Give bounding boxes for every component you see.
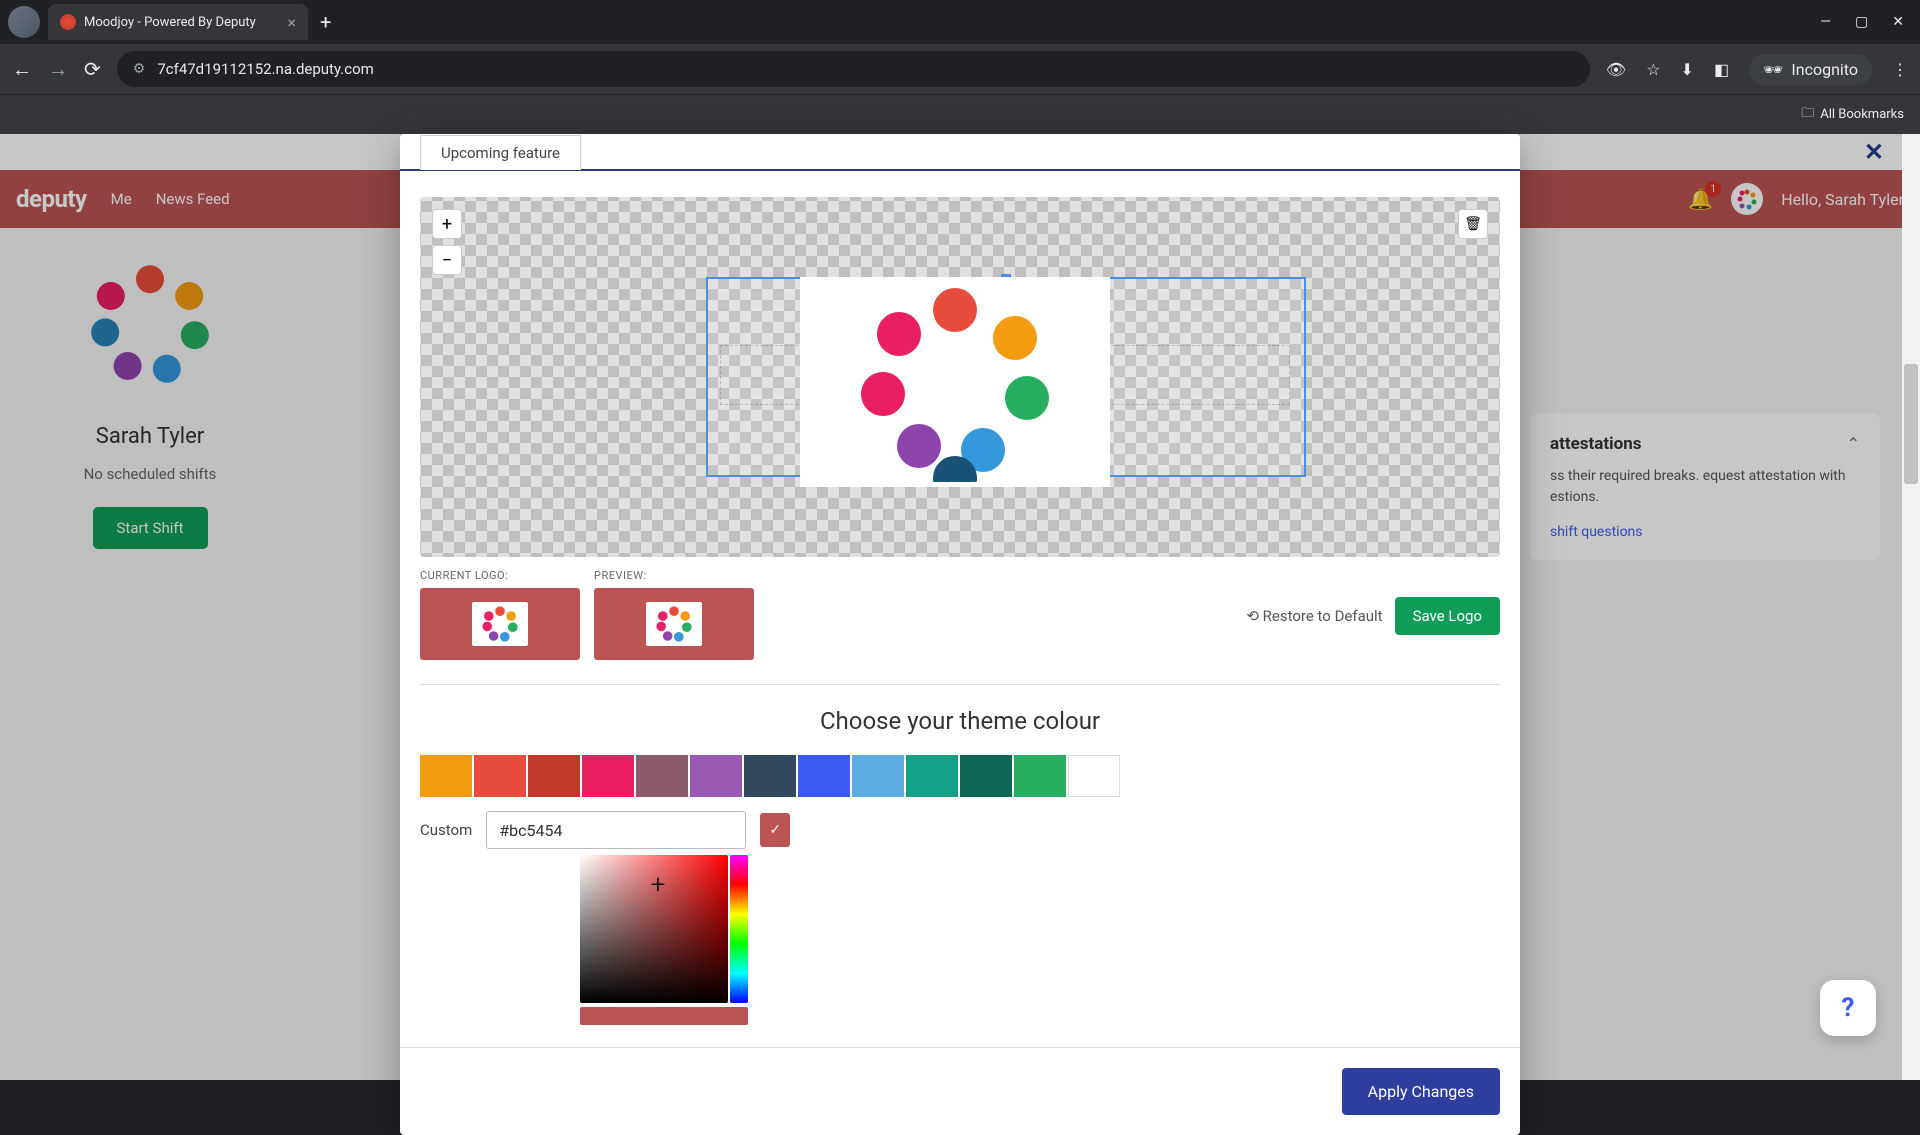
folder-icon: 🗀 bbox=[1801, 104, 1814, 126]
current-logo-label: CURRENT LOGO: bbox=[420, 569, 580, 582]
all-bookmarks-button[interactable]: 🗀 All Bookmarks bbox=[1801, 104, 1904, 126]
side-panel-icon[interactable]: ◧ bbox=[1714, 60, 1729, 79]
reload-button[interactable]: ⟳ bbox=[84, 57, 101, 81]
colour-preview-bar bbox=[580, 1007, 748, 1025]
swatch-pink[interactable] bbox=[582, 755, 634, 797]
logo-preview-row: CURRENT LOGO: PREVIEW: bbox=[400, 557, 1520, 660]
swatch-orange[interactable] bbox=[420, 755, 472, 797]
people-ring-icon bbox=[480, 604, 520, 644]
crosshair-icon: + bbox=[651, 870, 666, 900]
bookmarks-bar: 🗀 All Bookmarks bbox=[0, 94, 1920, 134]
hue-slider[interactable] bbox=[730, 855, 748, 1003]
theme-editor-modal: Upcoming feature + − 🗑 bbox=[400, 134, 1520, 1135]
incognito-label: Incognito bbox=[1791, 60, 1858, 79]
swatch-purple[interactable] bbox=[690, 755, 742, 797]
maximize-icon[interactable]: ▢ bbox=[1855, 14, 1868, 30]
swatch-mauve[interactable] bbox=[636, 755, 688, 797]
tab-favicon bbox=[60, 14, 76, 30]
new-tab-button[interactable]: + bbox=[320, 10, 331, 34]
incognito-icon: 🕶 bbox=[1763, 60, 1783, 79]
swatch-blue[interactable] bbox=[798, 755, 850, 797]
url-text: 7cf47d19112152.na.deputy.com bbox=[157, 60, 373, 78]
people-ring-icon bbox=[855, 282, 1055, 482]
logo-editor-canvas[interactable]: + − 🗑 bbox=[420, 197, 1500, 557]
swatch-salmon[interactable] bbox=[474, 755, 526, 797]
apply-changes-button[interactable]: Apply Changes bbox=[1342, 1068, 1500, 1115]
browser-chrome: Moodjoy - Powered By Deputy × + — ▢ ✕ ← … bbox=[0, 0, 1920, 134]
swatch-row bbox=[400, 755, 1520, 797]
hex-input[interactable] bbox=[486, 811, 746, 849]
tab-title: Moodjoy - Powered By Deputy bbox=[84, 15, 279, 30]
close-window-icon[interactable]: ✕ bbox=[1892, 14, 1904, 30]
swatch-green[interactable] bbox=[1014, 755, 1066, 797]
people-ring-icon bbox=[654, 604, 694, 644]
save-logo-button[interactable]: Save Logo bbox=[1395, 597, 1500, 635]
saturation-box[interactable]: + bbox=[580, 855, 728, 1003]
incognito-badge[interactable]: 🕶 Incognito bbox=[1749, 54, 1872, 85]
modal-footer: Apply Changes bbox=[400, 1047, 1520, 1135]
colour-picker: + bbox=[580, 855, 760, 1003]
star-icon[interactable]: ☆ bbox=[1646, 60, 1660, 79]
confirm-colour-button[interactable]: ✓ bbox=[760, 813, 790, 847]
new-logo-preview bbox=[594, 588, 754, 660]
swatch-red[interactable] bbox=[528, 755, 580, 797]
refresh-icon: ⟲ bbox=[1246, 607, 1259, 625]
scrollbar[interactable] bbox=[1902, 134, 1920, 1080]
window-controls: — ▢ ✕ bbox=[1820, 14, 1920, 30]
address-bar: ← → ⟳ ⚙ 7cf47d19112152.na.deputy.com 👁 ☆… bbox=[0, 44, 1920, 94]
restore-default-button[interactable]: ⟲ Restore to Default bbox=[1246, 607, 1382, 625]
page-content: ✕ deputy Me News Feed 🔔 1 Hello, Sarah T… bbox=[0, 134, 1920, 1080]
custom-colour-row: Custom ✓ bbox=[400, 797, 1520, 849]
custom-label: Custom bbox=[420, 821, 472, 839]
kebab-menu-icon[interactable]: ⋮ bbox=[1892, 60, 1908, 79]
swatch-empty[interactable] bbox=[1068, 755, 1120, 797]
swatch-forest[interactable] bbox=[960, 755, 1012, 797]
back-button[interactable]: ← bbox=[12, 57, 32, 82]
modal-tabs: Upcoming feature bbox=[400, 134, 1520, 171]
logo-image[interactable] bbox=[800, 277, 1110, 487]
eye-off-icon[interactable]: 👁 bbox=[1606, 60, 1626, 79]
swatch-navy[interactable] bbox=[744, 755, 796, 797]
zoom-out-button[interactable]: − bbox=[432, 245, 462, 275]
trash-icon[interactable]: 🗑 bbox=[1458, 209, 1488, 239]
scrollbar-thumb[interactable] bbox=[1904, 364, 1918, 484]
zoom-in-button[interactable]: + bbox=[432, 209, 462, 239]
theme-colour-heading: Choose your theme colour bbox=[400, 707, 1520, 735]
browser-tab[interactable]: Moodjoy - Powered By Deputy × bbox=[48, 4, 308, 40]
url-input[interactable]: ⚙ 7cf47d19112152.na.deputy.com bbox=[117, 51, 1590, 87]
swatch-sky[interactable] bbox=[852, 755, 904, 797]
profile-avatar[interactable] bbox=[8, 6, 40, 38]
swatch-teal[interactable] bbox=[906, 755, 958, 797]
minimize-icon[interactable]: — bbox=[1820, 14, 1831, 30]
preview-label: PREVIEW: bbox=[594, 569, 754, 582]
site-settings-icon[interactable]: ⚙ bbox=[133, 61, 146, 77]
help-button[interactable]: ? bbox=[1820, 980, 1876, 1036]
tab-bar: Moodjoy - Powered By Deputy × + — ▢ ✕ bbox=[0, 0, 1920, 44]
download-icon[interactable]: ⬇ bbox=[1681, 60, 1694, 79]
close-icon[interactable]: × bbox=[287, 13, 296, 32]
forward-button[interactable]: → bbox=[48, 57, 68, 82]
current-logo-preview bbox=[420, 588, 580, 660]
divider bbox=[420, 684, 1500, 685]
tab-upcoming-feature[interactable]: Upcoming feature bbox=[420, 135, 581, 170]
